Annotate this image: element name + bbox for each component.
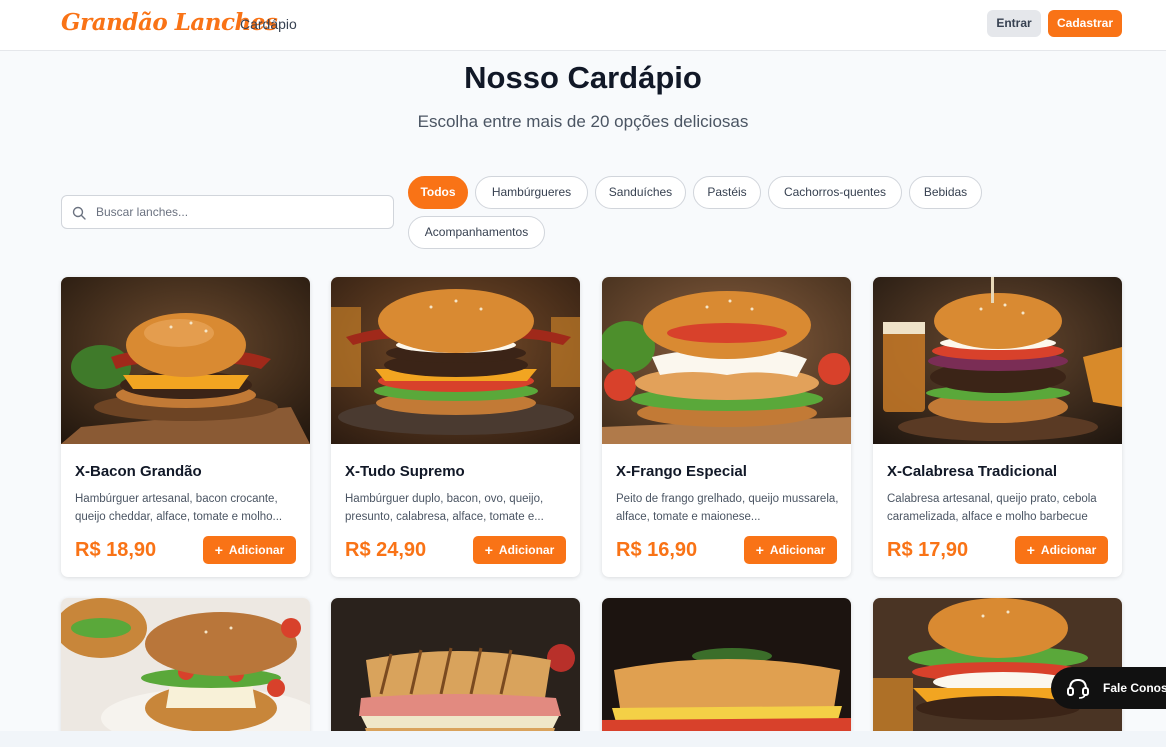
product-price: R$ 18,90 (75, 539, 157, 561)
product-name: X-Tudo Supremo (345, 463, 465, 480)
product-name: X-Calabresa Tradicional (887, 463, 1058, 480)
category-pill-sandwiches[interactable]: Sanduíches (595, 176, 686, 209)
product-card[interactable] (331, 598, 580, 738)
category-pill-sides[interactable]: Acompanhamentos (408, 216, 545, 249)
add-button-label: Adicionar (498, 543, 555, 557)
product-card[interactable]: X-Frango Especial Peito de frango grelha… (602, 277, 851, 577)
nav-link-menu[interactable]: Cardápio (240, 16, 297, 32)
product-card[interactable]: X-Bacon Grandão Hambúrguer artesanal, ba… (61, 277, 310, 577)
product-card[interactable] (602, 598, 851, 738)
add-to-cart-button[interactable]: + Adicionar (1015, 536, 1108, 564)
product-image[interactable] (61, 598, 310, 738)
search-input[interactable] (96, 196, 386, 228)
plus-icon: + (1026, 542, 1035, 558)
add-button-label: Adicionar (228, 543, 285, 557)
product-description: Hambúrguer artesanal, bacon crocante, qu… (75, 493, 283, 523)
contact-us-button[interactable]: Fale Conosco (1051, 667, 1166, 709)
add-to-cart-button[interactable]: + Adicionar (744, 536, 837, 564)
add-button-label: Adicionar (1040, 543, 1097, 557)
product-card[interactable]: X-Tudo Supremo Hambúrguer duplo, bacon, … (331, 277, 580, 577)
product-description: Hambúrguer duplo, bacon, ovo, queijo, pr… (345, 493, 544, 523)
contact-us-label: Fale Conosco (1103, 681, 1166, 695)
plus-icon: + (214, 542, 223, 558)
product-image[interactable] (602, 598, 851, 738)
login-button[interactable]: Entrar (987, 10, 1041, 37)
top-navbar: Grandão Lanches Cardápio Entrar Cadastra… (0, 0, 1166, 51)
product-image[interactable] (873, 277, 1122, 444)
category-pill-burgers[interactable]: Hambúrgueres (475, 176, 588, 209)
product-price: R$ 16,90 (616, 539, 698, 561)
category-pill-drinks[interactable]: Bebidas (909, 176, 982, 209)
add-button-label: Adicionar (769, 543, 826, 557)
page-title: Nosso Cardápio (464, 60, 702, 95)
product-image[interactable] (331, 598, 580, 738)
search-icon (72, 206, 86, 220)
product-price: R$ 24,90 (345, 539, 427, 561)
add-to-cart-button[interactable]: + Adicionar (203, 536, 296, 564)
page-footer-edge (0, 731, 1166, 747)
product-card[interactable] (61, 598, 310, 738)
product-image[interactable] (602, 277, 851, 444)
category-pill-pastries[interactable]: Pastéis (693, 176, 761, 209)
product-name: X-Frango Especial (616, 463, 747, 480)
category-pill-hotdogs[interactable]: Cachorros-quentes (768, 176, 902, 209)
product-price: R$ 17,90 (887, 539, 969, 561)
search-box (61, 195, 394, 229)
plus-icon: + (484, 542, 493, 558)
product-description: Peito de frango grelhado, queijo mussare… (616, 493, 839, 523)
add-to-cart-button[interactable]: + Adicionar (473, 536, 566, 564)
page-subtitle: Escolha entre mais de 20 opções delicios… (417, 112, 749, 131)
product-image[interactable] (61, 277, 310, 444)
product-card[interactable]: X-Calabresa Tradicional Calabresa artesa… (873, 277, 1122, 577)
product-description: Calabresa artesanal, queijo prato, cebol… (887, 493, 1097, 523)
product-image[interactable] (331, 277, 580, 444)
plus-icon: + (755, 542, 764, 558)
headset-icon (1067, 678, 1089, 699)
product-name: X-Bacon Grandão (75, 463, 202, 480)
category-pill-all[interactable]: Todos (408, 176, 468, 209)
signup-button[interactable]: Cadastrar (1048, 10, 1122, 37)
